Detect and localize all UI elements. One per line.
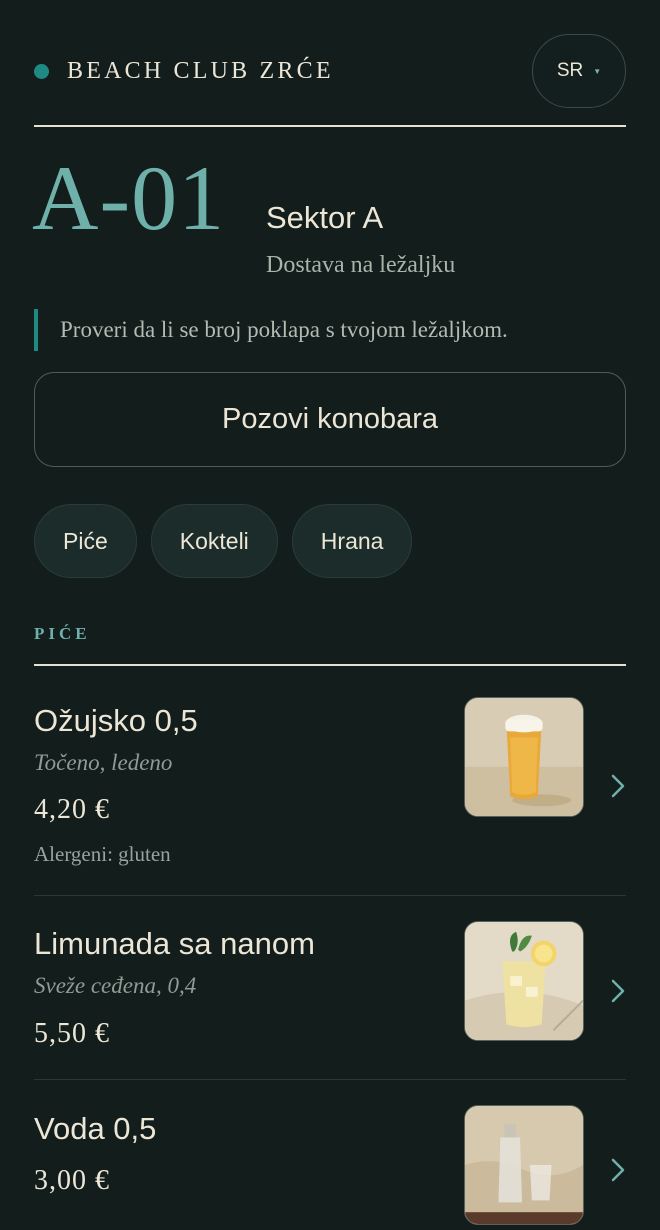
- item-price: 3,00 €: [34, 1165, 110, 1196]
- item-name: Limunada sa nanom: [34, 926, 315, 961]
- section-divider: [34, 664, 626, 666]
- category-tabs: Piće Kokteli Hrana: [34, 504, 413, 578]
- chevron-right-icon: [611, 979, 625, 1003]
- item-allergens: Alergeni: gluten: [34, 842, 171, 866]
- item-name: Ožujsko 0,5: [34, 703, 198, 738]
- sector-label: Sektor A: [266, 200, 384, 235]
- category-chip-drinks[interactable]: Piće: [34, 504, 137, 578]
- call-waiter-label: Pozovi konobara: [221, 403, 439, 435]
- call-waiter-button[interactable]: Pozovi konobara: [34, 372, 626, 467]
- verify-notice-text: Proveri da li se broj poklapa s tvojom l…: [60, 317, 508, 342]
- item-price: 5,50 €: [34, 1018, 110, 1049]
- lounger-number: A-01: [32, 147, 226, 249]
- caret-down-icon: ▼: [593, 66, 602, 76]
- verify-notice: Proveri da li se broj poklapa s tvojom l…: [34, 309, 626, 351]
- menu-item-lemonade[interactable]: Limunada sa nanom Sveže ceđena, 0,4 5,50…: [34, 920, 626, 1060]
- category-chip-label: Piće: [63, 527, 108, 554]
- water-bottle-image: [464, 1105, 584, 1225]
- lemonade-image: [464, 921, 584, 1041]
- chevron-right-icon: [611, 1158, 625, 1182]
- language-selector[interactable]: SR ▼: [532, 34, 626, 108]
- item-price: 4,20 €: [34, 794, 110, 825]
- brand-name: BEACH CLUB ZRĆE: [67, 57, 334, 84]
- app-header: BEACH CLUB ZRĆE SR ▼: [34, 34, 626, 108]
- header-divider: [34, 125, 626, 127]
- chevron-right-icon: [611, 774, 625, 798]
- category-chip-cocktails[interactable]: Kokteli: [150, 504, 278, 578]
- item-name: Voda 0,5: [34, 1111, 157, 1146]
- delivery-label: Dostava na ležaljku: [266, 252, 456, 278]
- status-dot-icon: [34, 63, 49, 79]
- category-chip-food[interactable]: Hrana: [291, 504, 413, 578]
- category-chip-label: Kokteli: [179, 527, 249, 554]
- brand: BEACH CLUB ZRĆE: [34, 58, 334, 85]
- menu-item-water[interactable]: Voda 0,5 3,00 €: [34, 1105, 626, 1230]
- item-description: Točeno, ledeno: [34, 750, 173, 775]
- language-label: SR: [556, 60, 584, 81]
- category-chip-label: Hrana: [320, 527, 384, 554]
- beer-glass-image: [464, 697, 584, 817]
- menu-item-beer[interactable]: Ožujsko 0,5 Točeno, ledeno 4,20 € Alerge…: [34, 697, 626, 877]
- section-title: PIĆE: [34, 624, 91, 643]
- item-separator: [34, 1079, 626, 1080]
- item-description: Sveže ceđena, 0,4: [34, 973, 197, 998]
- item-separator: [34, 895, 626, 896]
